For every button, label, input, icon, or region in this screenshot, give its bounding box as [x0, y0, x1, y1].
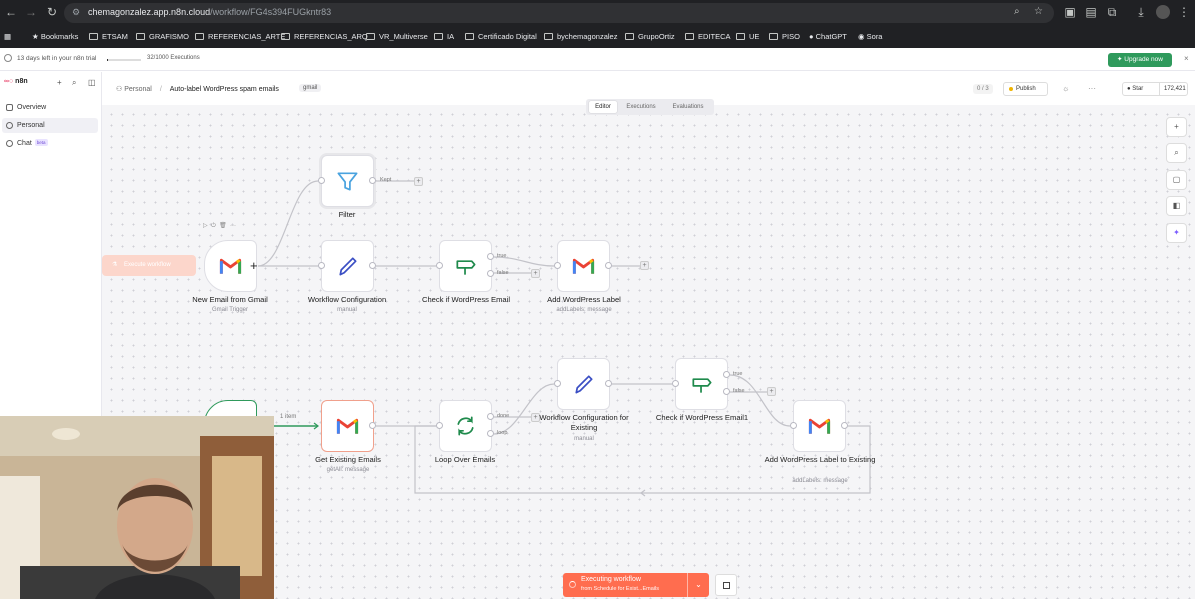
input-port[interactable]	[790, 422, 797, 429]
play-icon[interactable]: ▷	[203, 223, 208, 229]
output-port[interactable]	[605, 262, 612, 269]
spinner-icon	[569, 581, 576, 588]
output-port-false[interactable]	[723, 388, 730, 395]
plus-icon: +	[1174, 122, 1179, 131]
node-subtitle: manual	[574, 436, 594, 442]
flask-icon: ⚗	[112, 262, 118, 268]
port-label-done: done	[497, 413, 510, 419]
node-workflow-configuration-existing[interactable]	[557, 358, 610, 410]
sticky-note-icon: ▢	[1172, 175, 1181, 184]
input-port[interactable]	[554, 262, 561, 269]
node-label: New Email from Gmail	[192, 295, 268, 304]
edit-icon	[575, 375, 593, 394]
node-label: Get Existing Emails	[315, 455, 381, 464]
output-port[interactable]	[605, 380, 612, 387]
port-label-loop: loop	[497, 430, 508, 436]
node-get-existing-emails[interactable]	[321, 400, 374, 452]
node-label: Filter	[338, 210, 356, 219]
node-label: Add WordPress Label	[547, 295, 621, 304]
add-node-tool-button[interactable]: +	[1166, 117, 1187, 137]
node-hover-toolbar: ▷ ⏻ 🗑 ···	[203, 222, 236, 230]
items-count-label: 1 item	[280, 414, 297, 420]
node-label: Loop Over Emails	[434, 455, 496, 464]
port-label-true: true	[497, 253, 507, 259]
execute-workflow-button[interactable]: ⚗ Execute workflow	[102, 255, 196, 276]
input-port[interactable]	[436, 262, 443, 269]
sticky-note-button[interactable]: ▢	[1166, 170, 1187, 190]
input-port[interactable]	[436, 422, 443, 429]
input-port[interactable]	[318, 177, 325, 184]
output-port-false[interactable]	[487, 270, 494, 277]
node-label: Check if WordPress Email	[421, 295, 511, 304]
output-port-loop[interactable]	[487, 430, 494, 437]
node-label: Check if WordPress Email1	[655, 413, 749, 422]
node-subtitle: addLabels: message	[792, 478, 848, 484]
input-port[interactable]	[672, 380, 679, 387]
filter-icon	[337, 172, 358, 191]
more-icon[interactable]: ···	[230, 223, 236, 229]
port-label-true: true	[733, 371, 743, 377]
connection[interactable]	[257, 180, 319, 267]
node-subtitle: manual	[337, 307, 357, 313]
output-port-done[interactable]	[487, 413, 494, 420]
webcam-video	[0, 416, 274, 599]
node-label: Workflow Configuration for Existing	[539, 413, 629, 432]
gmail-icon	[336, 418, 359, 434]
node-subtitle: getAll: message	[326, 467, 370, 473]
webcam-overlay	[0, 416, 274, 599]
executing-workflow-button[interactable]: Executing workflow from Schedule for Exi…	[563, 573, 709, 597]
panel-toggle-button[interactable]: ◧	[1166, 196, 1187, 216]
port-label-false: false	[497, 270, 509, 276]
ai-assistant-button[interactable]: ✦	[1166, 223, 1187, 243]
stop-execution-button[interactable]	[715, 574, 737, 596]
search-nodes-button[interactable]: ⌕	[1166, 143, 1187, 163]
sparkle-icon: ✦	[1173, 228, 1180, 237]
node-filter[interactable]	[321, 155, 374, 207]
stop-icon	[723, 582, 730, 589]
add-node-button[interactable]: +	[767, 387, 776, 396]
node-subtitle: Gmail Trigger	[211, 307, 248, 313]
add-node-button[interactable]: +	[414, 177, 423, 186]
search-icon: ⌕	[1174, 148, 1179, 157]
node-loop-over-emails[interactable]	[439, 400, 492, 452]
executing-subtitle: from Schedule for Exist...Emails	[581, 586, 659, 592]
execute-workflow-label: Execute workflow	[124, 262, 171, 268]
add-node-button[interactable]: +	[531, 269, 540, 278]
loop-icon	[457, 416, 474, 436]
node-label: Workflow Configuration	[307, 295, 387, 304]
output-port-true[interactable]	[487, 253, 494, 260]
cursor-crosshair-icon: +	[250, 258, 258, 273]
node-check-wordpress-email[interactable]	[439, 240, 492, 292]
gmail-icon	[572, 258, 595, 274]
output-port[interactable]	[841, 422, 848, 429]
gmail-icon	[808, 418, 831, 434]
trash-icon[interactable]: 🗑	[219, 223, 227, 229]
gmail-icon	[219, 258, 242, 274]
node-add-wordpress-label[interactable]	[557, 240, 610, 292]
node-add-wordpress-label-existing[interactable]	[793, 400, 846, 452]
node-workflow-configuration[interactable]	[321, 240, 374, 292]
port-label-false: false	[733, 388, 745, 394]
node-check-wordpress-email1[interactable]	[675, 358, 728, 410]
node-subtitle: addLabels: message	[556, 307, 612, 313]
node-label: Add WordPress Label to Existing	[764, 455, 876, 464]
port-label-kept: Kept	[380, 177, 392, 183]
power-icon[interactable]: ⏻	[211, 223, 216, 229]
if-signpost-icon	[692, 378, 712, 393]
output-port[interactable]	[369, 177, 376, 184]
panel-icon: ◧	[1172, 201, 1181, 210]
output-port[interactable]	[369, 262, 376, 269]
if-signpost-icon	[456, 260, 476, 275]
executing-title: Executing workflow	[581, 576, 641, 583]
output-port-true[interactable]	[723, 371, 730, 378]
input-port[interactable]	[554, 380, 561, 387]
add-node-button[interactable]: +	[640, 261, 649, 270]
output-port[interactable]	[369, 422, 376, 429]
chevron-down-icon[interactable]: ⌄	[687, 573, 709, 597]
edit-icon	[339, 257, 357, 276]
input-port[interactable]	[318, 262, 325, 269]
